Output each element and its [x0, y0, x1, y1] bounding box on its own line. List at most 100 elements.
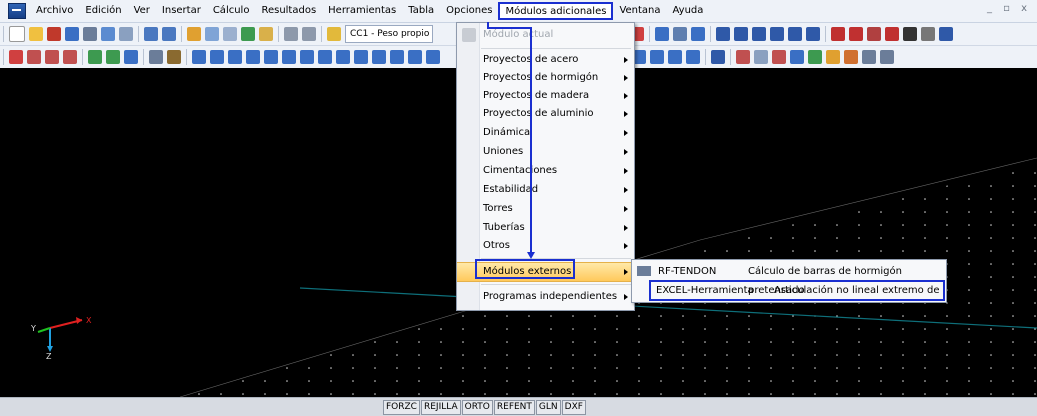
scale-icon[interactable] — [691, 27, 705, 41]
select-cross-icon[interactable] — [650, 50, 664, 64]
table-icon[interactable] — [284, 27, 298, 41]
status-btn-refent[interactable]: REFENT — [493, 400, 535, 415]
background-icon[interactable] — [808, 50, 822, 64]
extend-icon[interactable] — [336, 50, 350, 64]
settings-icon[interactable] — [921, 27, 935, 41]
group-icon[interactable] — [426, 50, 440, 64]
load-case-icon[interactable] — [327, 27, 341, 41]
section-cut-icon[interactable] — [210, 50, 224, 64]
zoom-icon[interactable] — [205, 27, 219, 41]
section-icon[interactable] — [770, 27, 784, 41]
measure-icon[interactable] — [849, 27, 863, 41]
line-icon[interactable] — [27, 50, 41, 64]
dimension-icon[interactable] — [831, 27, 845, 41]
menu-item-torres[interactable]: Torres — [457, 200, 634, 218]
save-all-icon[interactable] — [83, 27, 97, 41]
member-load-icon[interactable] — [167, 50, 181, 64]
lighting-icon[interactable] — [826, 50, 840, 64]
menu-item-uniones[interactable]: Uniones — [457, 143, 634, 161]
flag-icon[interactable] — [806, 27, 820, 41]
print-preview-icon[interactable] — [119, 27, 133, 41]
filter-icon[interactable] — [752, 27, 766, 41]
load-case-select[interactable]: CC1 - Peso propio — [345, 25, 433, 43]
submenu-item-rf-tendon[interactable]: RF-TENDON Cálculo de barras de hormigón … — [632, 262, 946, 296]
menu-item-proyectos-aluminio[interactable]: Proyectos de aluminio — [457, 105, 634, 123]
menu-archivo[interactable]: Archivo — [30, 2, 79, 20]
edit-icon[interactable] — [187, 27, 201, 41]
scale-tool-icon[interactable] — [390, 50, 404, 64]
opening-icon[interactable] — [124, 50, 138, 64]
window-controls[interactable]: _ ▫ x — [987, 3, 1031, 14]
model-check-icon[interactable] — [241, 27, 255, 41]
menu-item-estabilidad[interactable]: Estabilidad — [457, 181, 634, 199]
menu-item-proyectos-acero[interactable]: Proyectos de acero — [457, 51, 634, 69]
menu-edicion[interactable]: Edición — [79, 2, 127, 20]
open-model-icon[interactable] — [47, 27, 61, 41]
navigator-icon[interactable] — [302, 27, 316, 41]
menu-item-dinamica[interactable]: Dinámica — [457, 124, 634, 142]
align-icon[interactable] — [408, 50, 422, 64]
print-icon[interactable] — [101, 27, 115, 41]
redo-icon[interactable] — [162, 27, 176, 41]
menu-item-cimentaciones[interactable]: Cimentaciones — [457, 162, 634, 180]
support-icon[interactable] — [63, 50, 77, 64]
status-btn-forzc[interactable]: FORZC — [383, 400, 420, 415]
status-btn-orto[interactable]: ORTO — [461, 400, 493, 415]
extra-icon[interactable] — [939, 27, 953, 41]
menu-calculo[interactable]: Cálculo — [207, 2, 256, 20]
guideline-icon[interactable] — [772, 50, 786, 64]
visibility-icon[interactable] — [711, 50, 725, 64]
render-icon[interactable] — [788, 27, 802, 41]
layout-icon[interactable] — [862, 50, 876, 64]
select-all-icon[interactable] — [668, 50, 682, 64]
node-icon[interactable] — [9, 50, 23, 64]
open-folder-icon[interactable] — [29, 27, 43, 41]
undo-icon[interactable] — [144, 27, 158, 41]
diagram-icon[interactable] — [655, 27, 669, 41]
delete-icon[interactable] — [885, 27, 899, 41]
tools-icon[interactable] — [903, 27, 917, 41]
menu-item-tuberias[interactable]: Tuberías — [457, 219, 634, 237]
rotate-icon[interactable] — [264, 50, 278, 64]
offset-icon[interactable] — [354, 50, 368, 64]
status-btn-dxf[interactable]: DXF — [561, 400, 586, 415]
menu-modulos-adicionales[interactable]: Módulos adicionales — [498, 2, 614, 20]
array-icon[interactable] — [372, 50, 386, 64]
solid-icon[interactable] — [106, 50, 120, 64]
snap-icon[interactable] — [734, 27, 748, 41]
menu-item-proyectos-hormigon[interactable]: Proyectos de hormigón — [457, 69, 634, 87]
invert-selection-icon[interactable] — [686, 50, 700, 64]
surface-icon[interactable] — [88, 50, 102, 64]
project-icon[interactable] — [259, 27, 273, 41]
menu-ver[interactable]: Ver — [128, 2, 156, 20]
dxf-layer-icon[interactable] — [790, 50, 804, 64]
load-icon[interactable] — [149, 50, 163, 64]
values-icon[interactable] — [673, 27, 687, 41]
menu-tabla[interactable]: Tabla — [402, 2, 440, 20]
ucs-icon[interactable] — [736, 50, 750, 64]
status-btn-rejilla[interactable]: REJILLA — [420, 400, 461, 415]
move-icon[interactable] — [246, 50, 260, 64]
member-icon[interactable] — [45, 50, 59, 64]
save-icon[interactable] — [65, 27, 79, 41]
color-icon[interactable] — [844, 50, 858, 64]
combination-icon[interactable] — [192, 50, 206, 64]
menu-ayuda[interactable]: Ayuda — [667, 2, 710, 20]
new-file-icon[interactable] — [9, 26, 25, 42]
view-icon[interactable] — [223, 27, 237, 41]
work-plane-icon[interactable] — [754, 50, 768, 64]
divide-icon[interactable] — [300, 50, 314, 64]
join-icon[interactable] — [318, 50, 332, 64]
window-icon[interactable] — [880, 50, 894, 64]
menu-herramientas[interactable]: Herramientas — [322, 2, 402, 20]
menu-ventana[interactable]: Ventana — [613, 2, 666, 20]
menu-resultados[interactable]: Resultados — [255, 2, 322, 20]
warning-icon[interactable] — [867, 27, 881, 41]
menu-item-proyectos-madera[interactable]: Proyectos de madera — [457, 87, 634, 105]
mirror-icon[interactable] — [282, 50, 296, 64]
menu-insertar[interactable]: Insertar — [156, 2, 207, 20]
menu-item-otros[interactable]: Otros — [457, 237, 634, 255]
menu-item-programas-independientes[interactable]: Programas independientes — [457, 288, 634, 306]
copy-icon[interactable] — [228, 50, 242, 64]
grid-icon[interactable] — [716, 27, 730, 41]
